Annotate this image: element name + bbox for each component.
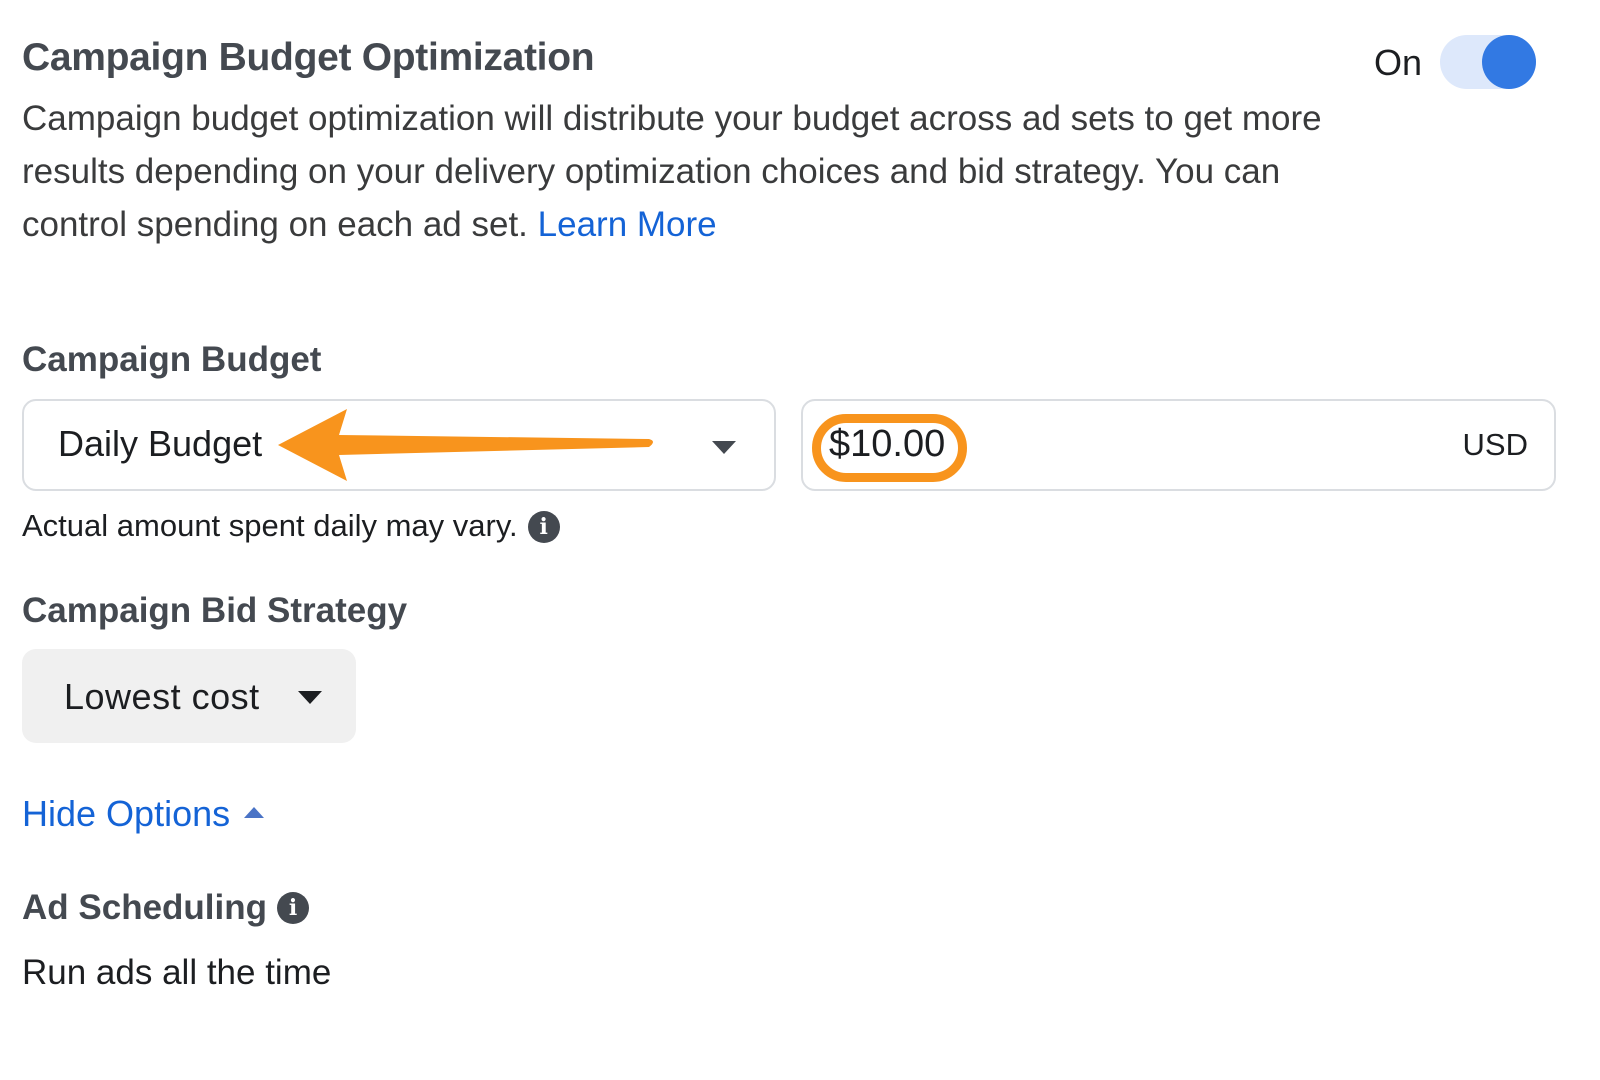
ad-scheduling-heading: Ad Scheduling i — [22, 888, 309, 928]
info-icon[interactable]: i — [277, 892, 309, 924]
bid-strategy-value: Lowest cost — [64, 676, 260, 717]
caret-up-icon — [244, 807, 265, 818]
budget-amount-value[interactable]: $10.00 — [829, 423, 945, 466]
learn-more-link[interactable]: Learn More — [538, 205, 717, 244]
toggle-knob — [1482, 35, 1536, 89]
campaign-budget-heading: Campaign Budget — [22, 340, 322, 379]
budget-type-select[interactable]: Daily Budget — [22, 399, 776, 491]
ad-scheduling-value: Run ads all the time — [22, 953, 332, 992]
budget-amount-input[interactable]: $10.00 USD — [801, 399, 1556, 491]
info-icon[interactable]: i — [527, 511, 560, 543]
bid-strategy-heading: Campaign Bid Strategy — [22, 591, 408, 630]
campaign-budget-optimization-title: Campaign Budget Optimization — [22, 36, 595, 79]
bid-strategy-dropdown[interactable]: Lowest cost — [22, 649, 356, 743]
cbo-toggle[interactable] — [1440, 35, 1536, 89]
budget-note: Actual amount spent daily may vary. i — [22, 508, 560, 544]
currency-label: USD — [1462, 427, 1528, 462]
hide-options-label: Hide Options — [22, 793, 231, 834]
ad-scheduling-heading-text: Ad Scheduling — [22, 888, 267, 927]
cbo-toggle-label: On — [1374, 42, 1423, 83]
caret-down-icon — [298, 691, 322, 704]
chevron-down-icon — [712, 441, 736, 454]
hide-options-link[interactable]: Hide Options — [22, 793, 265, 835]
budget-type-value: Daily Budget — [58, 423, 263, 464]
budget-note-text: Actual amount spent daily may vary. — [22, 508, 518, 543]
cbo-description: Campaign budget optimization will distri… — [22, 92, 1362, 251]
